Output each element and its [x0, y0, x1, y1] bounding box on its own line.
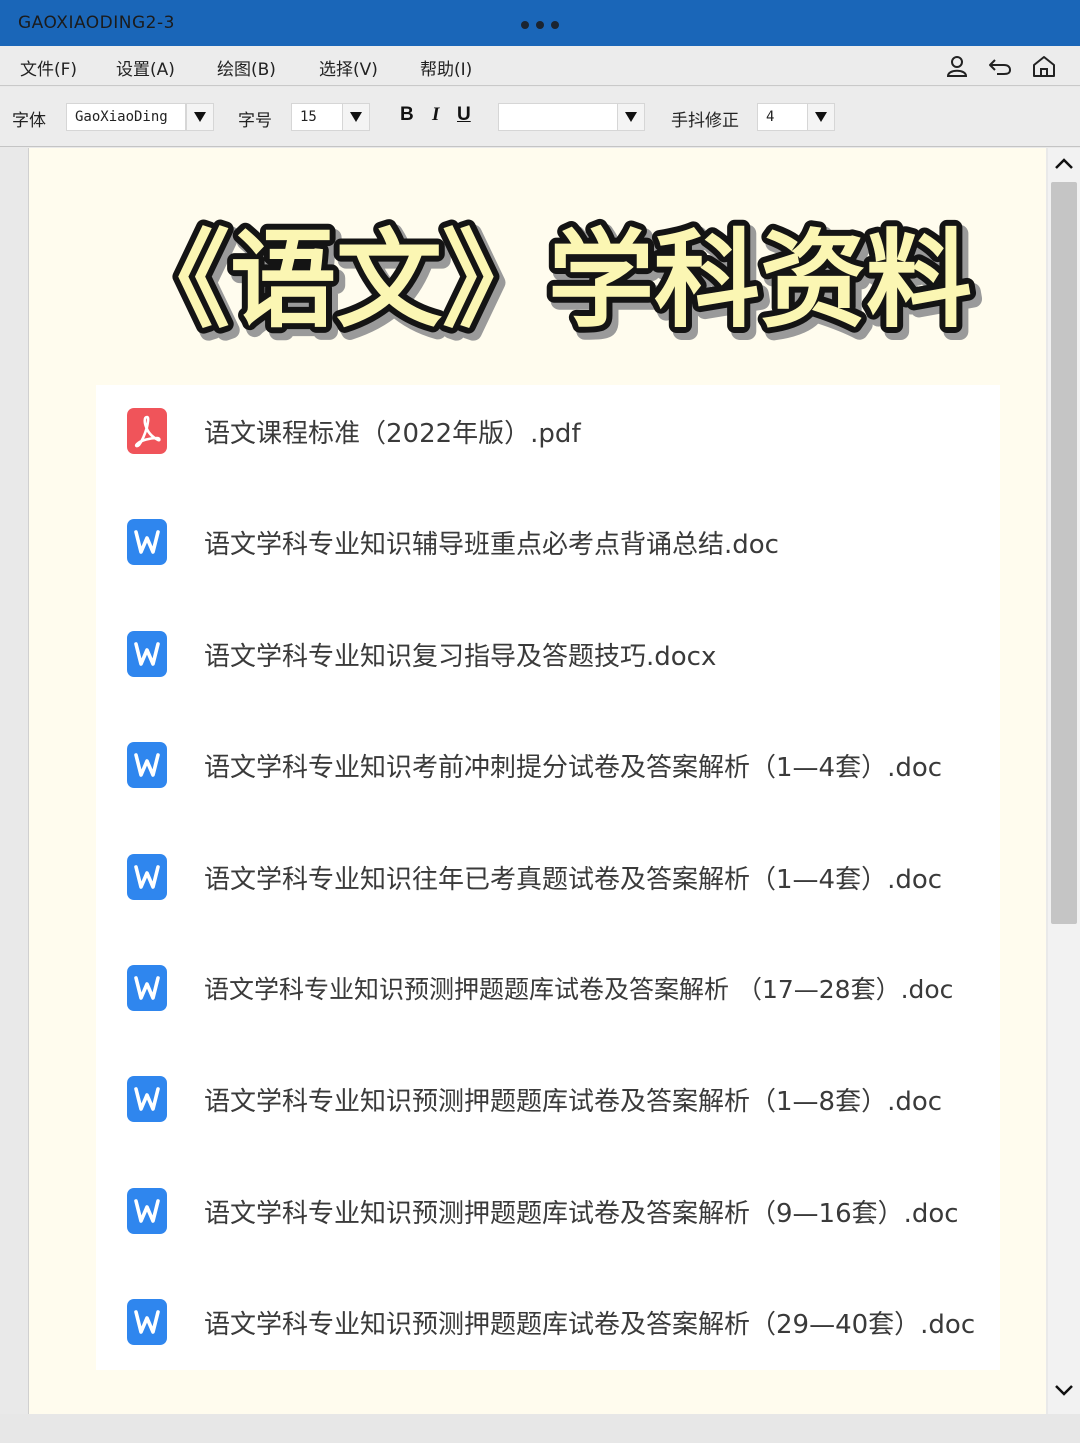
- file-name: 语文学科专业知识预测押题题库试卷及答案解析（9—16套）.doc: [204, 1199, 959, 1229]
- word-icon: [127, 519, 167, 565]
- file-row[interactable]: 语文学科专业知识预测押题题库试卷及答案解析（9—16套）.doc: [96, 1169, 1000, 1249]
- font-label: 字体: [12, 111, 46, 131]
- file-row[interactable]: 语文学科专业知识考前冲刺提分试卷及答案解析（1—4套）.doc: [96, 723, 1000, 803]
- chevron-down-icon: [350, 112, 362, 122]
- file-row[interactable]: 语文学科专业知识往年已考真题试卷及答案解析（1—4套）.doc: [96, 835, 1000, 915]
- user-icon[interactable]: [944, 54, 970, 78]
- menu-help[interactable]: 帮助(I): [420, 55, 472, 80]
- menu-file[interactable]: 文件(F): [20, 55, 77, 80]
- file-name: 语文学科专业知识复习指导及答题技巧.docx: [204, 642, 717, 672]
- word-icon: [127, 1188, 167, 1234]
- bold-button[interactable]: B: [400, 104, 414, 126]
- smoothing-select[interactable]: 4: [757, 103, 809, 131]
- word-icon: [127, 742, 167, 788]
- vertical-scrollbar[interactable]: [1048, 148, 1080, 1414]
- size-dropdown-button[interactable]: [342, 103, 370, 131]
- menu-draw[interactable]: 绘图(B): [217, 55, 276, 80]
- file-name: 语文学科专业知识辅导班重点必考点背诵总结.doc: [204, 530, 779, 560]
- undo-icon[interactable]: [987, 54, 1013, 78]
- font-select[interactable]: GaoXiaoDing: [66, 103, 186, 131]
- file-name: 语文学科专业知识往年已考真题试卷及答案解析（1—4套）.doc: [204, 865, 943, 895]
- menu-select[interactable]: 选择(V): [319, 55, 378, 80]
- status-strip: [0, 1414, 1080, 1443]
- file-row[interactable]: 语文学科专业知识预测押题题库试卷及答案解析 （17—28套）.doc: [96, 946, 1000, 1026]
- color-select[interactable]: [498, 103, 618, 131]
- file-name: 语文课程标准（2022年版）.pdf: [204, 419, 581, 449]
- title-bar: GAOXIAODING2-3: [0, 0, 1080, 46]
- word-icon: [127, 854, 167, 900]
- format-toolbar: 字体 GaoXiaoDing 字号 15 B I U 手抖修正 4: [0, 87, 1080, 147]
- scrollbar-thumb[interactable]: [1051, 182, 1077, 924]
- file-row[interactable]: 语文学科专业知识预测押题题库试卷及答案解析（29—40套）.doc: [96, 1280, 1000, 1360]
- smoothing-dropdown-button[interactable]: [807, 103, 835, 131]
- chevron-down-icon: [194, 112, 206, 122]
- word-icon: [127, 1299, 167, 1345]
- color-dropdown-button[interactable]: [617, 103, 645, 131]
- size-label: 字号: [238, 111, 272, 131]
- underline-button[interactable]: U: [457, 104, 471, 126]
- pdf-icon: [127, 408, 167, 454]
- document-heading: 《语文》学科资料 《语文》学科资料 《语文》学科资料: [118, 213, 984, 345]
- file-row[interactable]: 语文学科专业知识预测押题题库试卷及答案解析（1—8套）.doc: [96, 1057, 1000, 1137]
- file-name: 语文学科专业知识预测押题题库试卷及答案解析 （17—28套）.doc: [204, 975, 954, 1004]
- file-name: 语文学科专业知识考前冲刺提分试卷及答案解析（1—4套）.doc: [204, 753, 943, 783]
- font-dropdown-button[interactable]: [186, 103, 214, 131]
- file-name: 语文学科专业知识预测押题题库试卷及答案解析（29—40套）.doc: [204, 1310, 976, 1340]
- smoothing-label: 手抖修正: [671, 111, 739, 131]
- file-row[interactable]: 语文课程标准（2022年版）.pdf: [96, 389, 1000, 469]
- home-icon[interactable]: [1031, 54, 1057, 78]
- scroll-down-icon[interactable]: [1054, 1380, 1074, 1400]
- italic-button[interactable]: I: [432, 104, 439, 126]
- window-more-icon[interactable]: [521, 21, 559, 29]
- chevron-down-icon: [625, 112, 637, 122]
- file-name: 语文学科专业知识预测押题题库试卷及答案解析（1—8套）.doc: [204, 1087, 943, 1117]
- size-select[interactable]: 15: [291, 103, 343, 131]
- file-row[interactable]: 语文学科专业知识辅导班重点必考点背诵总结.doc: [96, 500, 1000, 580]
- menu-settings[interactable]: 设置(A): [116, 55, 175, 80]
- chevron-down-icon: [815, 112, 827, 122]
- file-list: 语文课程标准（2022年版）.pdf 语文学科专业知识辅导班重点必考点背诵总结.d…: [96, 385, 1000, 1370]
- file-row[interactable]: 语文学科专业知识复习指导及答题技巧.docx: [96, 612, 1000, 692]
- window-title: GAOXIAODING2-3: [18, 13, 175, 33]
- word-icon: [127, 1076, 167, 1122]
- menu-bar: 文件(F) 设置(A) 绘图(B) 选择(V) 帮助(I): [0, 46, 1080, 86]
- word-icon: [127, 631, 167, 677]
- word-icon: [127, 965, 167, 1011]
- page-title: 《语文》学科资料: [124, 219, 972, 342]
- scroll-up-icon[interactable]: [1054, 154, 1074, 174]
